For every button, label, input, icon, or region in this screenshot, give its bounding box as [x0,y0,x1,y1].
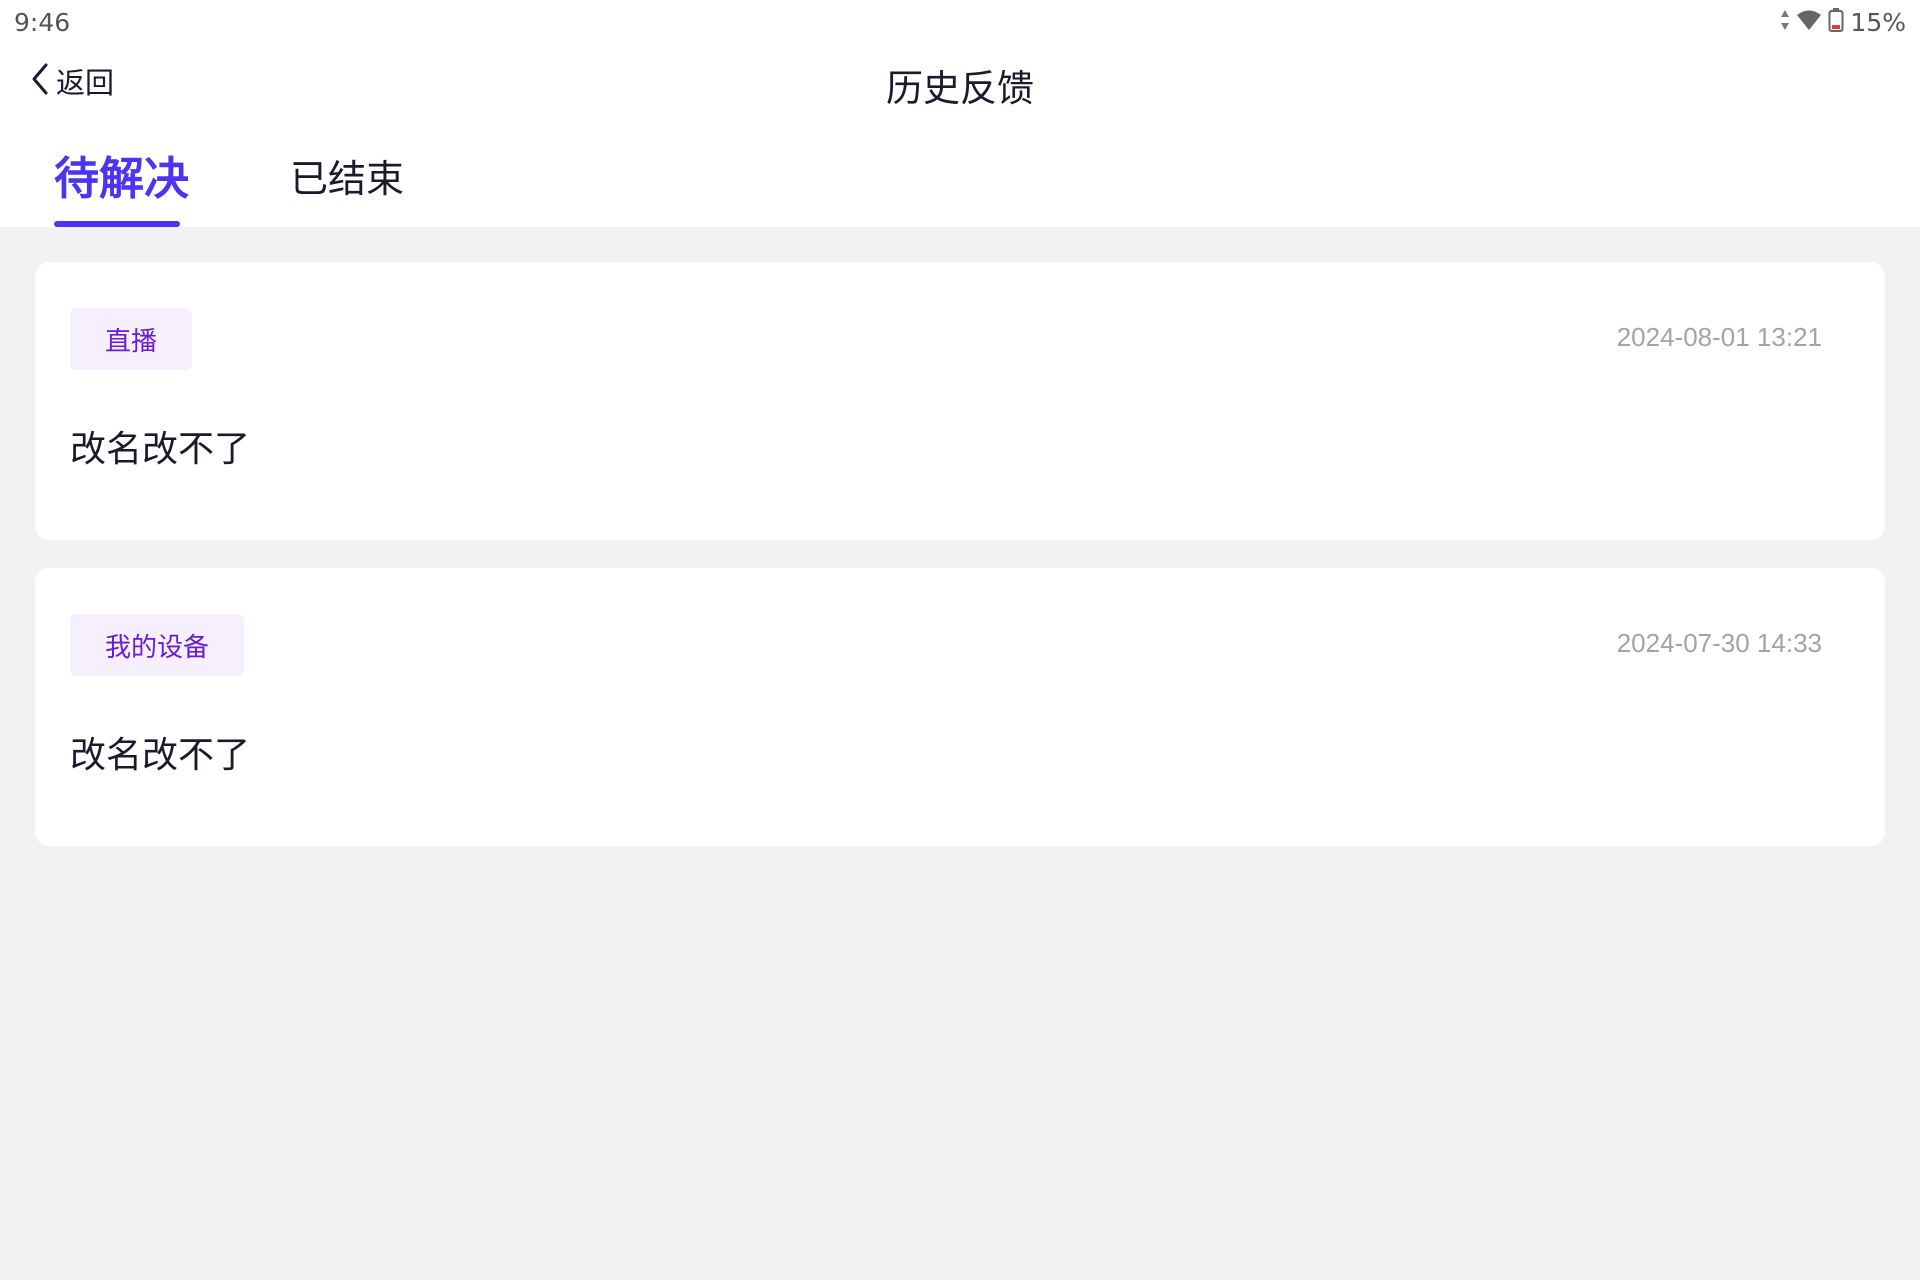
battery-percent: 15% [1850,7,1906,37]
wifi-icon [1796,9,1822,35]
feedback-list: 直播 2024-08-01 13:21 改名改不了 我的设备 2024-07-3… [35,262,1885,874]
status-icons: 15% [1780,6,1906,38]
status-bar: 9:46 15% [0,0,1920,44]
battery-low-icon [1828,8,1844,36]
data-arrows-icon [1780,9,1790,35]
feedback-card[interactable]: 我的设备 2024-07-30 14:33 改名改不了 [35,568,1885,846]
page-title: 历史反馈 [886,67,1034,110]
feedback-content: 改名改不了 [70,429,251,470]
tab-closed[interactable]: 已结束 [290,148,404,203]
tab-active-indicator [54,221,180,227]
status-time: 9:46 [14,8,71,37]
feedback-history-screen: 9:46 15% 返回 历史反馈 待解决 已结束 直播 2024-08-01 1… [0,0,1920,1280]
category-badge: 直播 [70,308,193,370]
feedback-card[interactable]: 直播 2024-08-01 13:21 改名改不了 [35,262,1885,540]
nav-bar: 返回 历史反馈 [0,44,1920,118]
header-area: 9:46 15% 返回 历史反馈 待解决 已结束 [0,0,1920,227]
feedback-timestamp: 2024-08-01 13:21 [1616,322,1822,352]
feedback-timestamp: 2024-07-30 14:33 [1616,628,1822,658]
category-badge: 我的设备 [70,614,245,676]
tab-bar: 待解决 已结束 [0,118,1920,227]
feedback-content: 改名改不了 [70,735,251,776]
tab-pending[interactable]: 待解决 [54,142,189,207]
